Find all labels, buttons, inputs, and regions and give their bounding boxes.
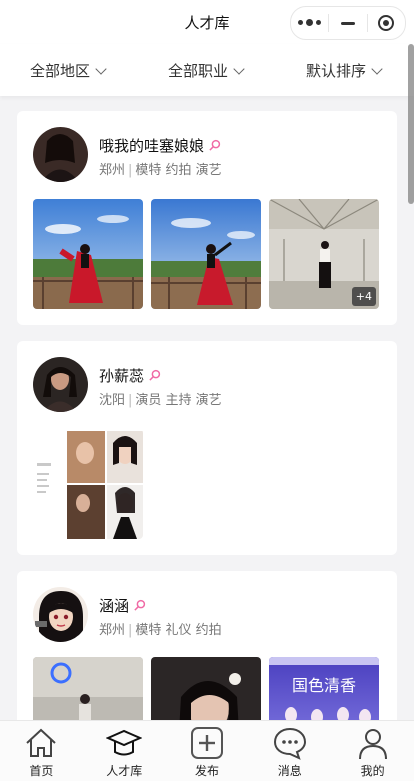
profile-name: 哦我的哇塞娘娘 [99,137,205,155]
tab-bar: 首页 人才库 发布 消息 我的 [0,720,414,781]
avatar[interactable] [33,127,88,182]
minus-icon [340,21,355,25]
profile-meta: 沈阳 | 演员 主持 演艺 [99,393,222,408]
graduation-cap-icon [106,729,143,756]
profile-card[interactable]: 哦我的哇塞娘娘 郑州 | 模特 约拍 演艺 +4 [17,111,397,325]
avatar[interactable] [33,587,88,642]
target-icon [378,15,395,31]
more-photos-badge[interactable]: +4 [351,287,376,306]
region-filter[interactable]: 全部地区 [30,60,107,81]
profile-meta: 郑州 | 模特 约拍 演艺 [99,163,222,178]
profile-name-row[interactable]: 哦我的哇塞娘娘 [99,135,221,156]
tab-messages-label: 消息 [277,764,302,778]
chevron-down-icon [371,62,383,75]
profile-photo[interactable] [33,199,143,309]
stage-backdrop-text: 国色清香 [292,676,356,695]
home-icon [26,728,57,757]
chat-bubble-icon [273,727,306,760]
profile-tags: 模特 礼仪 约拍 [135,623,222,638]
job-filter-label: 全部职业 [168,62,229,80]
tab-home-label: 首页 [29,764,54,778]
close-miniprogram-button[interactable] [368,7,405,39]
tab-publish[interactable]: 发布 [166,721,249,781]
scrollbar[interactable] [408,44,414,204]
more-dots-icon [298,19,322,26]
profile-photo[interactable] [33,429,143,539]
filter-bar: 全部地区 全部职业 默认排序 [0,44,414,96]
region-filter-label: 全部地区 [30,62,91,80]
more-button[interactable] [291,7,328,39]
profile-city: 郑州 [99,163,126,178]
profile-card[interactable]: 孙薪蕊 沈阳 | 演员 主持 演艺 [17,341,397,555]
profile-name-row[interactable]: 孙薪蕊 [99,365,161,386]
tab-mine[interactable]: 我的 [331,721,414,781]
tab-talent-label: 人才库 [106,764,143,778]
minimize-button[interactable] [329,7,366,39]
profile-photo[interactable]: +4 [269,199,379,309]
avatar[interactable] [33,357,88,412]
profile-tags: 模特 约拍 演艺 [135,163,222,178]
profile-name: 涵涵 [99,597,130,615]
tab-talent[interactable]: 人才库 [83,721,166,781]
tab-mine-label: 我的 [360,764,385,778]
profile-card[interactable]: 涵涵 郑州 | 模特 礼仪 约拍 国色清香 [17,571,397,741]
job-filter[interactable]: 全部职业 [168,60,245,81]
profile-name-row[interactable]: 涵涵 [99,595,146,616]
profile-photo[interactable] [151,199,261,309]
tab-publish-label: 发布 [194,764,219,778]
profile-city: 郑州 [99,623,126,638]
female-icon [149,369,161,381]
plus-square-icon [190,727,223,759]
female-icon [134,599,146,611]
nav-bar: 人才库 [0,0,414,44]
miniprogram-capsule [290,6,406,40]
chevron-down-icon [233,62,245,75]
chevron-down-icon [95,62,107,75]
profile-city: 沈阳 [99,393,126,408]
sort-filter[interactable]: 默认排序 [306,60,383,81]
tab-messages[interactable]: 消息 [248,721,331,781]
profile-tags: 演员 主持 演艺 [135,393,222,408]
sort-filter-label: 默认排序 [306,62,367,80]
user-icon [358,729,387,760]
female-icon [209,139,221,151]
tab-home[interactable]: 首页 [0,721,83,781]
profile-name: 孙薪蕊 [99,367,145,385]
profile-meta: 郑州 | 模特 礼仪 约拍 [99,623,222,638]
